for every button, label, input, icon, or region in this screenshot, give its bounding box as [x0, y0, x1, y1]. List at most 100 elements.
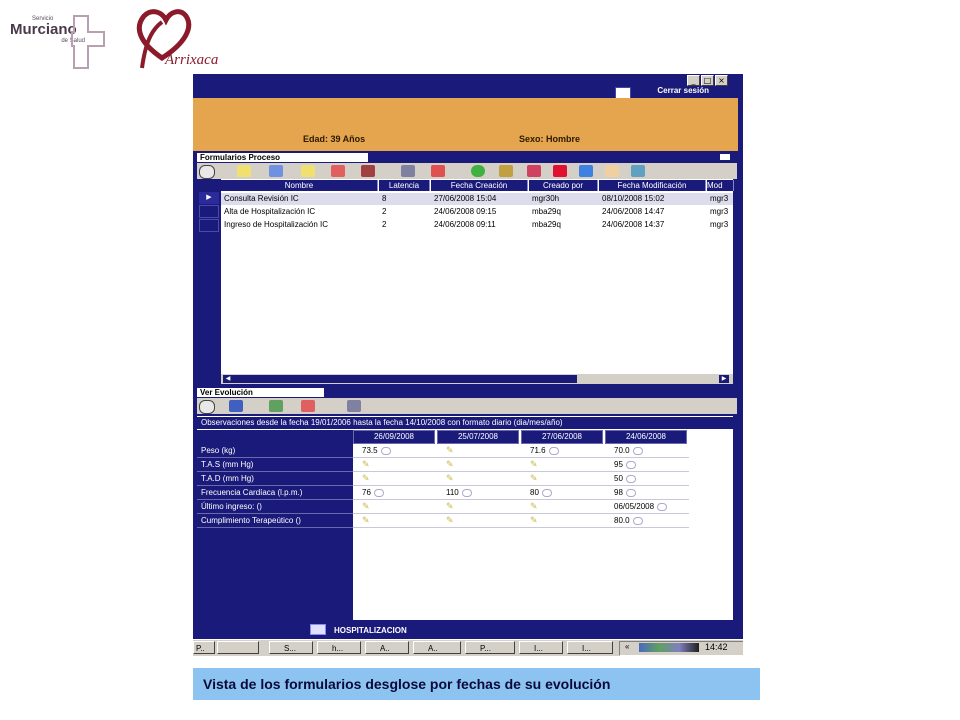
edit-pencil-icon[interactable]: ✎ — [362, 473, 370, 483]
pen-icon[interactable] — [579, 165, 593, 177]
col-header-mod[interactable]: Mod — [707, 180, 734, 191]
chart-icon[interactable] — [631, 165, 645, 177]
minimize-icon[interactable]: _ — [687, 75, 700, 86]
evolution-value-cell[interactable]: 98 — [609, 486, 690, 499]
evolution-value-cell[interactable]: ✎ — [441, 514, 522, 527]
evolution-value-cell[interactable]: ✎ — [441, 472, 522, 485]
tray-icons[interactable] — [639, 643, 699, 652]
cell-creado-por: mgr30h — [532, 194, 560, 203]
edit-pencil-icon[interactable]: ✎ — [362, 501, 370, 511]
info-icon[interactable] — [625, 488, 636, 497]
info-icon[interactable] — [541, 488, 552, 497]
forms-collapse-icon[interactable] — [720, 154, 730, 160]
evolution-value-cell[interactable]: 80.0 — [609, 514, 690, 527]
print-icon[interactable] — [347, 400, 361, 412]
evolution-value-cell[interactable]: 73.5 — [357, 444, 438, 457]
edit-pencil-icon[interactable]: ✎ — [362, 459, 370, 469]
scroll-thumb[interactable] — [233, 375, 577, 383]
evolution-value-cell[interactable]: ✎ — [441, 458, 522, 471]
info-icon[interactable] — [632, 516, 643, 525]
evolution-value-cell[interactable]: 70.0 — [609, 444, 690, 457]
export-icon[interactable] — [361, 165, 375, 177]
logout-link[interactable]: Cerrar sesión — [657, 86, 709, 95]
print-icon[interactable] — [401, 165, 415, 177]
evolution-value-cell[interactable]: 06/05/2008 — [609, 500, 690, 513]
evolution-value-cell[interactable]: ✎ — [525, 514, 606, 527]
taskbar-button[interactable]: h... — [317, 641, 361, 654]
graph-view-icon[interactable] — [301, 400, 315, 412]
table-view-icon[interactable] — [269, 400, 283, 412]
evolution-value: 80 — [530, 488, 539, 497]
new-form-icon[interactable] — [237, 165, 251, 177]
taskbar-button[interactable]: S... — [269, 641, 313, 654]
taskbar-button[interactable]: I... — [567, 641, 613, 654]
evolution-value: 80.0 — [614, 516, 630, 525]
taskbar-button[interactable]: P... — [465, 641, 515, 654]
settings-icon[interactable] — [471, 165, 485, 177]
evolution-value-cell[interactable]: ✎ — [441, 444, 522, 457]
scroll-left-icon[interactable]: ◀ — [223, 375, 233, 383]
info-icon[interactable] — [632, 446, 643, 455]
evolution-value-cell[interactable]: 71.6 — [525, 444, 606, 457]
evolution-value-cell[interactable]: ✎ — [357, 472, 438, 485]
evolution-value-cell[interactable]: ✎ — [357, 458, 438, 471]
evolution-value-cell[interactable]: ✎ — [525, 500, 606, 513]
edit-pencil-icon[interactable]: ✎ — [530, 501, 538, 511]
pdf-icon[interactable] — [431, 165, 445, 177]
edit-pencil-icon[interactable]: ✎ — [362, 515, 370, 525]
info-icon[interactable] — [625, 474, 636, 483]
edit-pencil-icon[interactable]: ✎ — [530, 459, 538, 469]
info-icon[interactable] — [380, 446, 391, 455]
edit-pencil-icon[interactable]: ✎ — [446, 501, 454, 511]
evolution-value-cell[interactable]: ✎ — [441, 500, 522, 513]
edit-pencil-icon[interactable]: ✎ — [446, 473, 454, 483]
heart-check-icon[interactable] — [527, 165, 541, 177]
edit-pencil-icon[interactable]: ✎ — [530, 515, 538, 525]
edit-form-icon[interactable] — [301, 165, 315, 177]
info-icon[interactable] — [373, 488, 384, 497]
taskbar-button[interactable]: A.. — [413, 641, 461, 654]
taskbar-button[interactable]: P.. — [193, 641, 215, 654]
col-header-nombre[interactable]: Nombre — [221, 180, 378, 191]
calendar-icon[interactable] — [499, 165, 513, 177]
info-icon[interactable] — [461, 488, 472, 497]
tray-expand-icon[interactable]: « — [625, 642, 629, 651]
edit-pencil-icon[interactable]: ✎ — [530, 473, 538, 483]
evolution-value-cell[interactable]: ✎ — [525, 458, 606, 471]
delete-form-icon[interactable] — [331, 165, 345, 177]
evolution-value-cell[interactable]: ✎ — [357, 514, 438, 527]
info-icon[interactable] — [548, 446, 559, 455]
edit-pencil-icon[interactable]: ✎ — [446, 459, 454, 469]
evolution-value-cell[interactable]: 80 — [525, 486, 606, 499]
taskbar-button[interactable]: I... — [519, 641, 563, 654]
doctor-icon[interactable] — [605, 165, 619, 177]
info-icon[interactable] — [625, 460, 636, 469]
taskbar-button[interactable]: A.. — [365, 641, 409, 654]
col-header-fecha-modificacion[interactable]: Fecha Modificación — [599, 180, 706, 191]
search-icon[interactable] — [199, 165, 215, 179]
scroll-right-icon[interactable]: ▶ — [719, 375, 729, 383]
evolution-value-cell[interactable]: ✎ — [525, 472, 606, 485]
row-header[interactable] — [199, 219, 219, 232]
exit-icon[interactable] — [229, 400, 243, 412]
evolution-value-cell[interactable]: 50 — [609, 472, 690, 485]
search-icon[interactable] — [199, 400, 215, 414]
patient-sex: Sexo: Hombre — [519, 134, 581, 144]
close-icon[interactable]: × — [715, 75, 728, 86]
evolution-value-cell[interactable]: 110 — [441, 486, 522, 499]
row-header[interactable] — [199, 205, 219, 218]
taskbar-button[interactable] — [217, 641, 259, 654]
col-header-creado-por[interactable]: Creado por — [529, 180, 598, 191]
evolution-value-cell[interactable]: ✎ — [357, 500, 438, 513]
edit-pencil-icon[interactable]: ✎ — [446, 515, 454, 525]
info-icon[interactable] — [657, 502, 668, 511]
heart-icon[interactable] — [553, 165, 567, 177]
cell-fecha-modificacion: 24/06/2008 14:37 — [602, 220, 665, 229]
maximize-icon[interactable]: □ — [701, 75, 714, 86]
col-header-fecha-creacion[interactable]: Fecha Creación — [431, 180, 528, 191]
view-form-icon[interactable] — [269, 165, 283, 177]
evolution-value-cell[interactable]: 76 — [357, 486, 438, 499]
evolution-value-cell[interactable]: 95 — [609, 458, 690, 471]
edit-pencil-icon[interactable]: ✎ — [446, 445, 454, 455]
col-header-latencia[interactable]: Latencia — [379, 180, 430, 191]
